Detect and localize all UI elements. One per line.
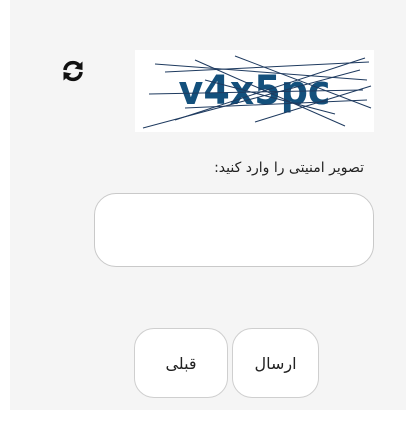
refresh-icon[interactable] bbox=[60, 58, 86, 84]
captcha-image: v4x5pc bbox=[135, 50, 374, 132]
captcha-input[interactable] bbox=[94, 193, 374, 267]
submit-button[interactable]: ارسال bbox=[232, 328, 319, 398]
captcha-prompt-label: تصویر امنیتی را وارد کنید: bbox=[214, 160, 364, 176]
captcha-noise-lines bbox=[142, 55, 372, 129]
captcha-panel: v4x5pc تصویر امنیتی را وارد کنید: ارسال … bbox=[10, 0, 406, 410]
previous-button[interactable]: قبلی bbox=[134, 328, 228, 398]
